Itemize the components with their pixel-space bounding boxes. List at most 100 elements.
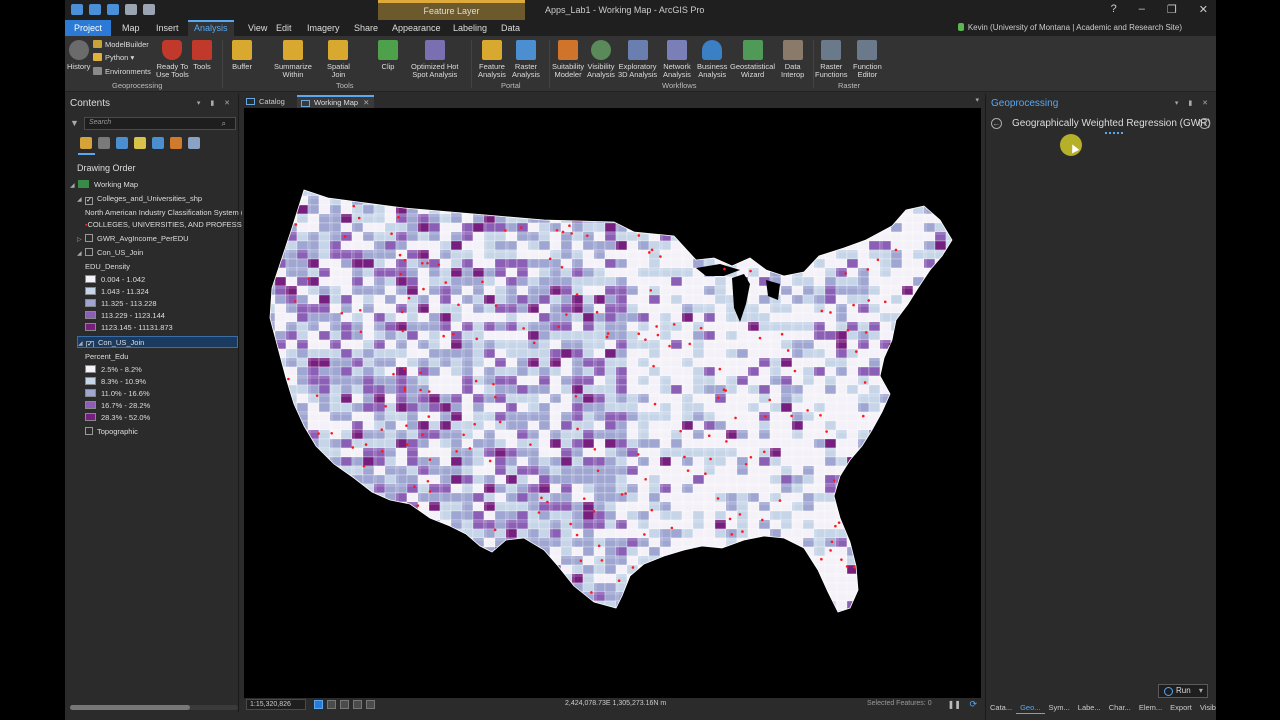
refresh-icon[interactable]: ⟳ xyxy=(969,699,977,710)
feature-analysis-button[interactable]: Feature Analysis xyxy=(478,40,506,79)
optimized-hot-spot-button[interactable]: Optimized Hot Spot Analysis xyxy=(411,40,459,79)
user-account[interactable]: Kevin (University of Montana | Academic … xyxy=(957,23,1182,32)
tab-visibility-pane[interactable]: Visib... xyxy=(1196,702,1216,714)
tab-chart-pane[interactable]: Char... xyxy=(1105,702,1135,714)
visibility-analysis-button[interactable]: Visibility Analysis xyxy=(587,40,615,79)
tab-share[interactable]: Share xyxy=(348,20,384,36)
data-interop-button[interactable]: Data Interop xyxy=(781,40,804,79)
fixed-zoom-icon[interactable] xyxy=(314,700,323,709)
collapse-arrow-icon[interactable]: ◢ xyxy=(77,248,85,259)
toc-layer-con-us-join-percent[interactable]: ◢ ✓ Con_US_Join xyxy=(77,336,238,348)
list-by-data-source-icon[interactable] xyxy=(98,137,110,149)
tab-edit[interactable]: Edit xyxy=(270,20,298,36)
list-by-editing-icon[interactable] xyxy=(134,137,146,149)
geostatistical-wizard-button[interactable]: Geostatistical Wizard xyxy=(730,40,775,79)
county-polygon xyxy=(901,573,914,584)
environments-button[interactable]: Environments xyxy=(93,67,151,76)
layer-visibility-checkbox[interactable] xyxy=(85,234,93,242)
layer-visibility-checkbox[interactable]: ✓ xyxy=(86,341,94,347)
tab-element-pane[interactable]: Elem... xyxy=(1135,702,1166,714)
close-tab-icon[interactable]: ✕ xyxy=(363,98,369,107)
tab-imagery[interactable]: Imagery xyxy=(301,20,346,36)
add-icon[interactable]: + xyxy=(1199,118,1210,129)
tab-project[interactable]: Project xyxy=(65,20,112,36)
pause-drawing-icon[interactable]: ❚❚ xyxy=(948,700,961,709)
exploratory-3d-button[interactable]: Exploratory 3D Analysis xyxy=(618,40,657,79)
layer-visibility-checkbox[interactable] xyxy=(85,248,93,256)
toc-layer-con-us-join-density[interactable]: ◢ Con_US_Join xyxy=(77,247,249,259)
collapse-arrow-icon[interactable]: ◢ xyxy=(78,338,86,347)
business-analysis-button[interactable]: Business Analysis xyxy=(697,40,727,79)
filter-icon[interactable]: ▼ xyxy=(70,118,79,128)
summarize-within-button[interactable]: Summarize Within xyxy=(274,40,312,79)
run-dropdown-icon[interactable]: ▾ xyxy=(1199,686,1203,695)
collapse-arrow-icon[interactable]: ◢ xyxy=(77,194,85,205)
collapse-arrow-icon[interactable]: ◢ xyxy=(70,180,78,191)
tab-working-map[interactable]: Working Map ✕ xyxy=(297,95,375,108)
buffer-button[interactable]: Buffer xyxy=(232,40,252,71)
sound-icon[interactable] xyxy=(366,700,375,709)
tab-labeling-pane[interactable]: Labe... xyxy=(1074,702,1105,714)
snapping-icon[interactable] xyxy=(353,700,362,709)
spatial-join-button[interactable]: Spatial Join xyxy=(327,40,350,79)
tab-catalog-pane[interactable]: Cata... xyxy=(986,702,1016,714)
list-by-snapping-icon[interactable] xyxy=(152,137,164,149)
restore-button[interactable]: ❐ xyxy=(1167,3,1177,16)
undo-icon[interactable] xyxy=(125,4,137,15)
scrollbar-thumb[interactable] xyxy=(70,705,190,710)
tab-export-pane[interactable]: Export xyxy=(1166,702,1196,714)
run-button[interactable]: Run ▾ xyxy=(1158,684,1208,698)
navigate-icon[interactable] xyxy=(327,700,336,709)
new-project-icon[interactable] xyxy=(71,4,83,15)
tab-catalog[interactable]: Catalog xyxy=(242,95,290,108)
toc-basemap-topographic[interactable]: Topographic xyxy=(85,426,257,438)
toc-layer-gwr[interactable]: ▷ GWR_AvgIncome_PerEDU xyxy=(77,233,249,245)
history-button[interactable]: History xyxy=(67,40,90,71)
tab-list-dropdown-icon[interactable]: ▾ xyxy=(975,96,979,104)
contents-search-input[interactable]: Search xyxy=(84,117,236,130)
toc-layer-colleges[interactable]: ◢ ✓ Colleges_and_Universities_shp xyxy=(77,193,249,205)
tab-insert[interactable]: Insert xyxy=(150,20,185,36)
list-by-drawing-order-icon[interactable] xyxy=(80,137,92,149)
expand-arrow-icon[interactable]: ▷ xyxy=(77,234,85,245)
clip-button[interactable]: Clip xyxy=(378,40,398,71)
tab-symbology-pane[interactable]: Sym... xyxy=(1045,702,1074,714)
close-button[interactable]: ✕ xyxy=(1199,3,1208,16)
tab-map[interactable]: Map xyxy=(116,20,146,36)
list-by-labeling-icon[interactable] xyxy=(170,137,182,149)
search-icon[interactable]: ⌕ xyxy=(222,119,226,129)
help-icon[interactable]: ? xyxy=(1111,3,1117,16)
tools-button[interactable]: Tools xyxy=(192,40,212,71)
tab-labeling[interactable]: Labeling xyxy=(447,20,493,36)
open-project-icon[interactable] xyxy=(89,4,101,15)
save-icon[interactable] xyxy=(107,4,119,15)
redo-icon[interactable] xyxy=(143,4,155,15)
toc-map-working-map[interactable]: ◢ Working Map xyxy=(70,179,242,191)
tab-geoprocessing-pane[interactable]: Geo... xyxy=(1016,702,1045,714)
county-polygon xyxy=(726,178,737,187)
raster-analysis-button[interactable]: Raster Analysis xyxy=(512,40,540,79)
function-editor-button[interactable]: Function Editor xyxy=(853,40,882,79)
map-canvas[interactable] xyxy=(244,108,981,698)
ready-to-use-tools-button[interactable]: Ready To Use Tools xyxy=(156,40,189,79)
pane-controls[interactable]: ▾ ▮ ✕ xyxy=(1175,99,1212,107)
contents-horizontal-scrollbar[interactable] xyxy=(70,705,238,710)
modelbuilder-button[interactable]: ModelBuilder xyxy=(93,40,149,49)
layer-visibility-checkbox[interactable] xyxy=(85,427,93,435)
tab-appearance[interactable]: Appearance xyxy=(386,20,447,36)
list-by-selection-icon[interactable] xyxy=(116,137,128,149)
scale-selector[interactable]: 1:15,320,826 xyxy=(246,699,306,710)
network-analysis-button[interactable]: Network Analysis xyxy=(663,40,691,79)
tab-analysis[interactable]: Analysis xyxy=(188,20,234,36)
minimize-button[interactable]: – xyxy=(1139,3,1145,16)
pane-controls[interactable]: ▾ ▮ ✕ xyxy=(197,99,234,107)
back-icon[interactable]: ← xyxy=(991,118,1002,129)
grid-icon[interactable] xyxy=(340,700,349,709)
python-button[interactable]: Python ▾ xyxy=(93,53,134,62)
suitability-modeler-button[interactable]: Suitability Modeler xyxy=(552,40,584,79)
tab-view[interactable]: View xyxy=(242,20,273,36)
layer-visibility-checkbox[interactable]: ✓ xyxy=(85,197,93,205)
list-by-perspective-icon[interactable] xyxy=(188,137,200,149)
raster-functions-button[interactable]: Raster Functions xyxy=(815,40,848,79)
tab-data[interactable]: Data xyxy=(495,20,526,36)
